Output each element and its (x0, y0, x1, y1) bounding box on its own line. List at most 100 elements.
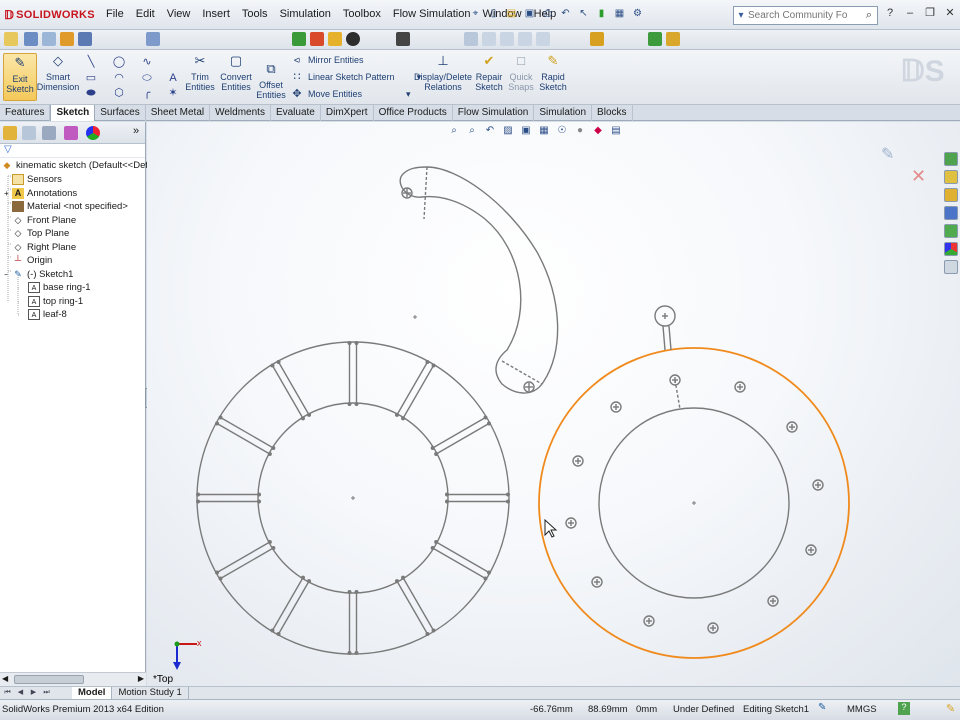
rebuild-status-icon[interactable]: ✎ (818, 702, 826, 713)
first-tab-icon[interactable]: ⏮ (2, 688, 13, 698)
home-icon[interactable] (944, 170, 958, 184)
appearances-icon[interactable] (944, 242, 958, 256)
tab-motion-study[interactable]: Motion Study 1 (112, 687, 189, 699)
search-icon[interactable]: ⌕ (861, 9, 877, 22)
restore-icon[interactable]: ❐ (922, 5, 938, 21)
point-icon[interactable]: ✶ (166, 87, 180, 99)
pin-icon[interactable]: ⌖ (468, 6, 483, 22)
tree-item-top-ring[interactable]: Atop ring-1 (28, 295, 83, 308)
previous-tab-icon[interactable]: ◀ (15, 688, 26, 698)
filter-icon[interactable]: ▽ (0, 144, 145, 158)
tree-root[interactable]: ◆ kinematic sketch (Default<<Def (1, 159, 148, 172)
feature-tree-icon[interactable] (3, 126, 17, 140)
rebuild-icon[interactable]: ▮ (594, 6, 609, 22)
menu-file[interactable]: File (100, 7, 130, 21)
revolve-icon[interactable] (310, 32, 324, 46)
repair-sketch-button[interactable]: ✔ Repair Sketch (474, 52, 504, 92)
fillet-icon[interactable] (328, 32, 342, 46)
horizontal-scrollbar[interactable]: ◀ ▶ (0, 672, 146, 686)
select-arrow-icon[interactable]: ↖ (576, 6, 591, 22)
offset-entities-button[interactable]: ⧉ Offset Entities (256, 60, 286, 100)
grid-icon[interactable] (42, 32, 56, 46)
tree-item-top-plane[interactable]: ◇ Top Plane (12, 227, 70, 240)
menu-edit[interactable]: Edit (130, 7, 161, 21)
menu-flow-simulation[interactable]: Flow Simulation (387, 7, 477, 21)
polygon-icon[interactable]: ⬡ (112, 87, 126, 99)
tree-item-material[interactable]: Material <not specified> (12, 200, 128, 213)
solidworks-logo[interactable]: 𝔻 SOLIDWORKS (0, 2, 95, 28)
status-units[interactable]: MMGS (847, 704, 877, 715)
configuration-icon[interactable] (42, 126, 56, 140)
sketch-3d-icon[interactable] (24, 32, 38, 46)
view-top-icon[interactable] (500, 32, 514, 46)
tab-weldments[interactable]: Weldments (210, 105, 271, 121)
menu-tools[interactable]: Tools (236, 7, 274, 21)
search-box[interactable]: ▾ ⌕ (733, 6, 878, 25)
line-icon[interactable]: ╲ (84, 56, 98, 68)
macro-icon[interactable] (648, 32, 662, 46)
open-folder-icon[interactable]: ▤ (504, 6, 519, 22)
fillet-sketch-icon[interactable]: ╭ (140, 87, 154, 99)
tab-dimxpert[interactable]: DimXpert (321, 105, 374, 121)
scroll-left-icon[interactable]: ◀ (2, 674, 8, 683)
top-ring-block[interactable] (538, 305, 850, 659)
view-front-icon[interactable] (482, 32, 496, 46)
tab-evaluate[interactable]: Evaluate (271, 105, 321, 121)
exit-sketch-button[interactable]: ✎ Exit Sketch (3, 53, 37, 101)
tab-sketch[interactable]: Sketch (50, 105, 96, 121)
print-icon[interactable]: ⎙ (540, 6, 555, 22)
new-document-icon[interactable]: ▯ (486, 6, 501, 22)
tree-item-leaf[interactable]: Aleaf-8 (28, 308, 67, 321)
view-iso-icon[interactable] (536, 32, 550, 46)
help-icon[interactable]: ? (882, 5, 898, 21)
circle-icon[interactable]: ◯ (112, 56, 126, 68)
addin-icon[interactable] (666, 32, 680, 46)
next-tab-icon[interactable]: ▶ (28, 688, 39, 698)
smart-dim-icon[interactable] (590, 32, 604, 46)
undo-icon[interactable]: ↶ (558, 6, 573, 22)
rectangle-icon[interactable]: ▭ (84, 72, 98, 84)
tab-flow-simulation[interactable]: Flow Simulation (453, 105, 535, 121)
search-scope-icon[interactable]: ▾ (734, 10, 748, 21)
tab-office-products[interactable]: Office Products (374, 105, 453, 121)
minimize-icon[interactable]: – (902, 5, 918, 21)
tab-simulation[interactable]: Simulation (534, 105, 593, 121)
expand-icon[interactable]: » (133, 125, 139, 137)
view-palette-icon[interactable] (944, 224, 958, 238)
help-status-icon[interactable]: ? (898, 702, 910, 715)
dimxpert-icon[interactable] (64, 126, 78, 140)
text-icon[interactable]: A (166, 72, 180, 84)
scrollbar-thumb[interactable] (14, 675, 84, 684)
block-icon[interactable] (78, 32, 92, 46)
extrude-icon[interactable] (292, 32, 306, 46)
options-icon[interactable]: ⚙ (630, 6, 645, 22)
graphics-area[interactable]: ⌕ ⌕ ↶ ▨ ▣ ▦ ☉ ● ◆ ▤ ✎ ✕ x *Top (147, 122, 960, 686)
arc-icon[interactable]: ◠ (112, 72, 126, 84)
trim-entities-button[interactable]: ✂ Trim Entities (185, 52, 215, 92)
search-input[interactable] (748, 10, 848, 21)
file-explorer-icon[interactable] (944, 206, 958, 220)
linear-sketch-pattern-button[interactable]: ∷ Linear Sketch Pattern ▾ (290, 71, 422, 83)
chevron-down-icon[interactable]: ▾ (406, 89, 411, 100)
menu-toolbox[interactable]: Toolbox (337, 7, 387, 21)
tab-model[interactable]: Model (72, 687, 113, 699)
save-icon[interactable]: ▣ (522, 6, 537, 22)
tab-features[interactable]: Features (0, 105, 51, 121)
tab-surfaces[interactable]: Surfaces (95, 105, 146, 121)
relations-icon[interactable] (60, 32, 74, 46)
tree-item-front-plane[interactable]: ◇ Front Plane (12, 214, 77, 227)
slot-icon[interactable]: ⬬ (84, 87, 98, 99)
view-cube-icon[interactable] (464, 32, 478, 46)
menu-insert[interactable]: Insert (196, 7, 236, 21)
display-manager-icon[interactable] (86, 126, 100, 140)
close-icon[interactable]: ✕ (942, 5, 958, 21)
rapid-sketch-button[interactable]: ✎ Rapid Sketch (538, 52, 568, 92)
file-properties-icon[interactable]: ▦ (612, 6, 627, 22)
move-entities-button[interactable]: ✥ Move Entities ▾ (290, 88, 411, 100)
display-delete-relations-button[interactable]: ⊥ Display/Delete Relations (414, 52, 472, 92)
notification-icon[interactable]: ✎ (946, 702, 955, 715)
resources-icon[interactable] (944, 152, 958, 166)
custom-properties-icon[interactable] (944, 260, 958, 274)
view-right-icon[interactable] (518, 32, 532, 46)
menu-view[interactable]: View (161, 7, 197, 21)
